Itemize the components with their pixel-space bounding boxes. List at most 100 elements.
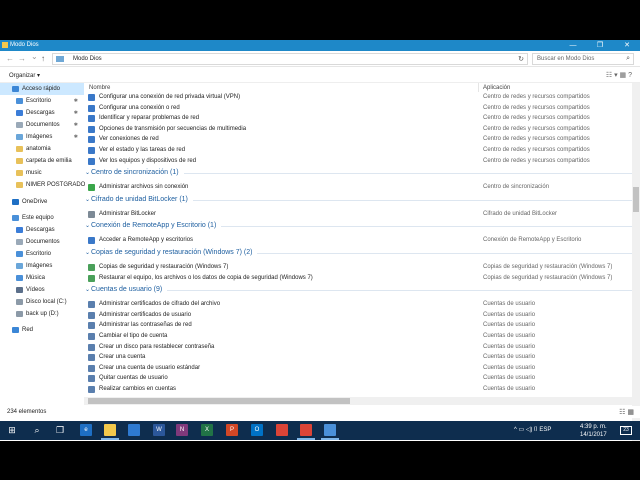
- chevron-down-icon: ⌄: [85, 170, 91, 177]
- word-icon[interactable]: W: [153, 424, 165, 436]
- start-icon[interactable]: ⊞: [6, 424, 18, 436]
- nav-item[interactable]: Imágenes: [0, 260, 84, 272]
- group-divider: [257, 253, 632, 254]
- refresh-button[interactable]: ↻: [518, 55, 524, 63]
- nav-item[interactable]: Descargas ✱: [0, 107, 84, 119]
- list-item[interactable]: Configurar una conexión o red Centro de r…: [84, 103, 632, 114]
- list-item-name: Administrar certificados de cifrado del …: [99, 301, 221, 308]
- chrome-icon[interactable]: [276, 424, 288, 436]
- list-item[interactable]: Restaurar el equipo, los archivos o los …: [84, 273, 632, 284]
- recent-locations-button[interactable]: ⌄: [31, 52, 38, 61]
- group-header[interactable]: ⌄ Conexión de RemoteApp y Escritorio (1): [84, 221, 632, 232]
- list-item[interactable]: Administrar certificados de usuario Cuent…: [84, 310, 632, 321]
- nav-item[interactable]: OneDrive: [0, 196, 84, 208]
- app-window-icon[interactable]: [324, 424, 336, 436]
- task-view-icon[interactable]: ❐: [54, 424, 66, 436]
- nav-item[interactable]: Documentos: [0, 236, 84, 248]
- nav-item[interactable]: Documentos ✱: [0, 119, 84, 131]
- group-header[interactable]: ⌄ Copias de seguridad y restauración (Win…: [84, 248, 632, 259]
- chrome-icon-2[interactable]: [300, 424, 312, 436]
- list-item[interactable]: Copias de seguridad y restauración (Wind…: [84, 262, 632, 273]
- list-item[interactable]: Realizar cambios en cuentas Cuentas de us…: [84, 384, 632, 395]
- nav-item[interactable]: anatomia: [0, 143, 84, 155]
- pin-icon: ✱: [73, 110, 78, 116]
- nav-item[interactable]: Disco local (C:): [0, 296, 84, 308]
- list-item[interactable]: Cambiar el tipo de cuenta Cuentas de usua…: [84, 331, 632, 342]
- column-divider[interactable]: [478, 83, 479, 92]
- list-item[interactable]: Administrar certificados de cifrado del …: [84, 299, 632, 310]
- list-item[interactable]: Quitar cuentas de usuario Cuentas de usua…: [84, 373, 632, 384]
- vertical-scrollbar[interactable]: [632, 83, 640, 441]
- nav-item[interactable]: back up (D:): [0, 308, 84, 320]
- system-tray[interactable]: ^ ▭ ◁) ⌷ ESP: [514, 426, 551, 434]
- maximize-button[interactable]: ❐: [587, 40, 613, 51]
- list-item[interactable]: Crear una cuenta Cuentas de usuario: [84, 352, 632, 363]
- clock[interactable]: 4:39 p. m. 14/1/2017: [580, 423, 607, 439]
- store-icon[interactable]: [128, 424, 140, 436]
- group-header[interactable]: ⌄ Cifrado de unidad BitLocker (1): [84, 195, 632, 206]
- nav-item[interactable]: music: [0, 167, 84, 179]
- excel-icon[interactable]: X: [201, 424, 213, 436]
- edge-icon[interactable]: e: [80, 424, 92, 436]
- control-panel-item-icon: [88, 125, 95, 133]
- nav-item[interactable]: Música: [0, 272, 84, 284]
- control-panel-item-icon: [88, 264, 95, 271]
- list-item[interactable]: Ver conexiones de red Centro de redes y r…: [84, 134, 632, 145]
- nav-item[interactable]: Imágenes ✱: [0, 131, 84, 143]
- list-item[interactable]: Administrar las contraseñas de red Cuenta…: [84, 320, 632, 331]
- nav-item-label: OneDrive: [22, 199, 48, 205]
- file-explorer-icon[interactable]: [104, 424, 116, 436]
- group-header[interactable]: ⌄ Centro de sincronización (1): [84, 168, 632, 179]
- nav-item[interactable]: NIMER POSTGRADO: [0, 179, 85, 191]
- list-item-name: Restaurar el equipo, los archivos o los …: [99, 274, 313, 281]
- list-item[interactable]: Opciones de transmisión por secuencias d…: [84, 124, 632, 135]
- list-item[interactable]: Administrar BitLocker Cifrado de unidad B…: [84, 209, 632, 220]
- horizontal-scrollbar[interactable]: [84, 397, 632, 405]
- address-field[interactable]: Modo Dios ↻: [52, 53, 528, 65]
- list-item[interactable]: Acceder a RemoteApp y escritorios Conexió…: [84, 235, 632, 246]
- powerpoint-icon[interactable]: P: [226, 424, 238, 436]
- forward-button[interactable]: →: [18, 54, 26, 63]
- column-application[interactable]: Aplicación: [483, 85, 510, 91]
- list-item[interactable]: Crear una cuenta de usuario estándar Cuen…: [84, 363, 632, 374]
- nav-item[interactable]: Escritorio ✱: [0, 95, 84, 107]
- list-item[interactable]: Crear un disco para restablecer contrase…: [84, 342, 632, 353]
- view-options-icons[interactable]: ☷ ▾ ▦ ?: [606, 71, 632, 79]
- notification-center-icon[interactable]: 23: [620, 426, 632, 435]
- vertical-scroll-thumb[interactable]: [633, 187, 639, 212]
- list-item-application: Cuentas de usuario: [483, 343, 536, 350]
- organize-button[interactable]: Organizar ▾: [9, 72, 40, 79]
- group-header[interactable]: ⌄ Cuentas de usuario (9): [84, 285, 632, 296]
- column-name[interactable]: Nombre: [89, 85, 110, 91]
- outlook-icon[interactable]: O: [251, 424, 263, 436]
- search-icon[interactable]: ⌕: [31, 424, 43, 436]
- group-divider: [183, 173, 632, 175]
- nav-item[interactable]: Escritorio: [0, 248, 84, 260]
- list-item[interactable]: Configurar una conexión de red privada v…: [84, 92, 632, 103]
- nav-item[interactable]: Este equipo: [0, 212, 84, 224]
- download-icon: [16, 110, 23, 116]
- horizontal-scroll-thumb[interactable]: [88, 398, 350, 404]
- nav-item[interactable]: Acceso rápido: [0, 83, 84, 95]
- address-path: Modo Dios: [73, 56, 102, 62]
- close-button[interactable]: ✕: [614, 40, 640, 51]
- nav-item-label: carpeta de emilia: [26, 158, 72, 164]
- nav-item-label: Descargas: [26, 110, 55, 116]
- list-item[interactable]: Ver los equipos y dispositivos de red Cen…: [84, 156, 632, 167]
- nav-item[interactable]: Vídeos: [0, 284, 84, 296]
- onenote-icon[interactable]: N: [176, 424, 188, 436]
- nav-item[interactable]: carpeta de emilia: [0, 155, 84, 167]
- folder-icon: [16, 158, 23, 164]
- nav-item[interactable]: Red: [0, 324, 84, 336]
- back-button[interactable]: ←: [6, 54, 14, 63]
- list-item[interactable]: Ver el estado y las tareas de red Centro …: [84, 145, 632, 156]
- nav-item[interactable]: Descargas: [0, 224, 84, 236]
- up-button[interactable]: ↑: [41, 54, 45, 63]
- list-item[interactable]: Identificar y reparar problemas de red Ce…: [84, 113, 632, 124]
- search-input[interactable]: Buscar en Modo Dios ⌕: [532, 53, 634, 65]
- minimize-button[interactable]: —: [560, 40, 586, 51]
- nav-item-label: Música: [26, 275, 46, 281]
- list-item-application: Cuentas de usuario: [483, 386, 536, 392]
- view-toggle-icons[interactable]: ☷ ▦: [619, 408, 634, 416]
- list-item[interactable]: Administrar archivos sin conexión Centro …: [84, 182, 632, 193]
